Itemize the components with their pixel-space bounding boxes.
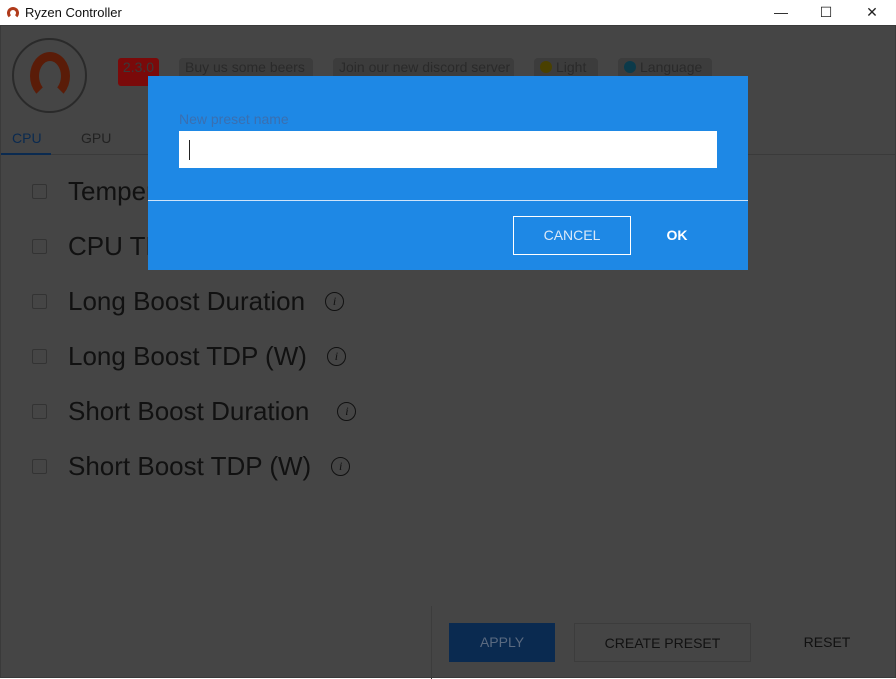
bulb-icon	[540, 61, 552, 73]
tab-indicator	[1, 153, 51, 155]
theme-label: Light	[556, 59, 587, 75]
action-bar: APPLY CREATE PRESET RESET	[431, 606, 896, 679]
discord-label: Join our new discord server	[339, 59, 511, 75]
info-icon[interactable]: i	[331, 457, 351, 476]
app-icon	[7, 6, 19, 19]
info-icon[interactable]: i	[325, 292, 345, 311]
create-preset-button[interactable]: CREATE PRESET	[574, 623, 751, 662]
tab-gpu[interactable]: GPU	[81, 130, 111, 146]
checkbox[interactable]	[32, 239, 47, 254]
new-preset-dialog: New preset name CANCEL OK	[148, 76, 748, 270]
language-label: Language	[640, 59, 703, 75]
checkbox[interactable]	[32, 294, 47, 309]
preset-name-label: New preset name	[179, 111, 289, 127]
tab-cpu[interactable]: CPU	[12, 130, 42, 146]
setting-long-boost-duration: Long Boost Duration i	[32, 286, 345, 317]
title-bar: Ryzen Controller — ☐ ✕	[0, 0, 896, 25]
setting-label: Long Boost TDP (W)	[68, 341, 307, 371]
maximize-button[interactable]: ☐	[803, 0, 849, 25]
reset-button[interactable]: RESET	[787, 623, 867, 662]
setting-long-boost-tdp: Long Boost TDP (W) i	[32, 341, 346, 372]
ok-button[interactable]: OK	[653, 216, 701, 255]
checkbox[interactable]	[32, 349, 47, 364]
setting-label: Long Boost Duration	[68, 286, 306, 316]
setting-short-boost-tdp: Short Boost TDP (W) i	[32, 451, 351, 482]
ryzen-logo	[12, 38, 87, 113]
globe-icon	[624, 61, 636, 73]
close-button[interactable]: ✕	[849, 0, 895, 25]
info-icon[interactable]: i	[326, 347, 346, 366]
setting-label: Short Boost TDP (W)	[68, 451, 312, 481]
window-title: Ryzen Controller	[25, 5, 122, 20]
cancel-button[interactable]: CANCEL	[513, 216, 631, 255]
checkbox[interactable]	[32, 184, 47, 199]
text-cursor	[189, 140, 190, 160]
dialog-divider	[148, 200, 748, 201]
buy-beers-label: Buy us some beers	[185, 59, 305, 75]
setting-label: Short Boost Duration	[68, 396, 310, 426]
checkbox[interactable]	[32, 459, 47, 474]
preset-name-input[interactable]	[179, 131, 717, 168]
setting-short-boost-duration: Short Boost Duration i	[32, 396, 357, 427]
minimize-button[interactable]: —	[758, 0, 804, 25]
apply-button[interactable]: APPLY	[449, 623, 555, 662]
checkbox[interactable]	[32, 404, 47, 419]
info-icon[interactable]: i	[337, 402, 357, 421]
